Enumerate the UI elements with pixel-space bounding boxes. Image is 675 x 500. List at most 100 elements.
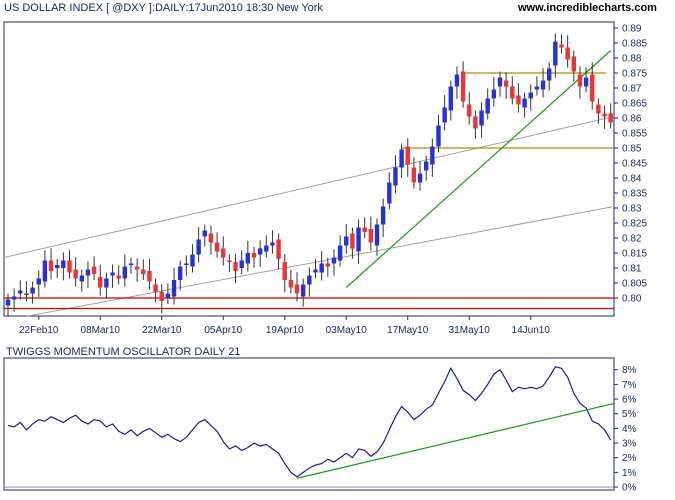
candle-down — [460, 71, 466, 102]
candle-down — [98, 277, 103, 288]
candle-down — [577, 74, 583, 87]
candle-up — [245, 253, 251, 264]
candle-up — [257, 248, 263, 255]
price-y-tick-label: 0.81 — [622, 264, 642, 275]
x-tick-label: 08Mar10 — [81, 325, 121, 336]
candle-down — [153, 284, 158, 292]
candle-down — [590, 74, 595, 102]
candle-up — [301, 284, 306, 297]
x-tick-label: 14Jun10 — [512, 325, 551, 336]
candle-down — [208, 233, 214, 243]
candle-down — [48, 260, 54, 271]
candle-down — [559, 44, 564, 48]
candle-down — [516, 95, 521, 105]
candle-up — [417, 173, 423, 183]
x-tick-label: 19Apr10 — [266, 325, 304, 336]
candle-up — [337, 245, 343, 261]
price-y-tick-label: 0.855 — [622, 129, 647, 140]
candle-up — [436, 125, 441, 147]
candle-down — [368, 229, 374, 243]
candle-up — [178, 266, 183, 280]
candle-down — [214, 242, 220, 252]
osc-y-tick-label: 8% — [622, 365, 637, 376]
candle-up — [540, 80, 546, 90]
osc-y-tick-label: 2% — [622, 453, 637, 464]
candle-up — [547, 68, 552, 81]
candle-down — [350, 233, 355, 249]
channel-lower-line — [25, 206, 614, 316]
candle-down — [362, 227, 367, 232]
oscillator-panel-frame — [3, 357, 615, 491]
price-y-tick-label: 0.885 — [622, 39, 647, 50]
price-y-tick-label: 0.87 — [622, 84, 642, 95]
candle-down — [325, 263, 330, 267]
candle-up — [534, 86, 540, 90]
price-y-tick-label: 0.825 — [622, 219, 647, 230]
candle-up — [356, 227, 361, 252]
candle-up — [331, 257, 337, 264]
candle-up — [374, 224, 380, 246]
candle-up — [42, 260, 48, 282]
candle-down — [411, 167, 417, 183]
candle-down — [596, 104, 601, 114]
price-y-tick-label: 0.815 — [622, 249, 647, 260]
x-tick-label: 22Mar10 — [142, 325, 182, 336]
candle-up — [479, 110, 484, 126]
candle-up — [387, 182, 392, 204]
price-y-tick-label: 0.85 — [622, 144, 642, 155]
price-y-tick-label: 0.82 — [622, 234, 642, 245]
price-y-tick-label: 0.865 — [622, 99, 647, 110]
candle-up — [110, 272, 115, 276]
candle-down — [571, 56, 576, 72]
price-y-tick-label: 0.86 — [622, 114, 642, 125]
osc-y-tick-label: 4% — [622, 424, 637, 435]
osc-y-tick-label: 1% — [622, 468, 637, 479]
candle-up — [5, 299, 11, 306]
candle-down — [608, 113, 613, 123]
price-y-tick-label: 0.875 — [622, 69, 647, 80]
candle-up — [270, 242, 275, 246]
candle-up — [184, 263, 189, 265]
oscillator-trendline — [296, 402, 615, 479]
price-plot-area — [4, 33, 614, 316]
candle-down — [116, 275, 121, 279]
price-y-tick-label: 0.845 — [622, 159, 647, 170]
price-y-tick-label: 0.835 — [622, 189, 647, 200]
candle-up — [430, 146, 435, 165]
x-tick-label: 03May10 — [326, 325, 368, 336]
candle-down — [565, 47, 570, 60]
candle-up — [344, 236, 349, 246]
candle-up — [319, 263, 324, 273]
price-y-tick-label: 0.89 — [622, 24, 642, 35]
candle-up — [583, 77, 589, 87]
x-tick-label: 22Feb10 — [19, 325, 59, 336]
candle-down — [227, 260, 232, 262]
candle-up — [122, 266, 128, 279]
candle-up — [79, 275, 84, 282]
price-y-tick-label: 0.805 — [622, 279, 647, 290]
price-y-tick-label: 0.88 — [622, 54, 642, 65]
candle-up — [264, 245, 269, 252]
candle-up — [55, 265, 60, 268]
candle-down — [67, 260, 72, 273]
candle-up — [239, 260, 244, 268]
candle-up — [30, 287, 35, 294]
candle-up — [485, 98, 490, 114]
candle-down — [134, 266, 140, 270]
x-tick-label: 31May10 — [449, 325, 491, 336]
candle-down — [288, 280, 294, 288]
candle-down — [73, 269, 78, 279]
candle-down — [159, 292, 164, 301]
candle-down — [91, 266, 97, 274]
candle-up — [165, 293, 171, 298]
candle-down — [282, 262, 287, 280]
candle-up — [522, 98, 527, 108]
candle-up — [24, 293, 29, 295]
candle-up — [61, 260, 66, 268]
candle-up — [497, 77, 503, 87]
osc-y-tick-label: 7% — [622, 380, 637, 391]
x-tick-label: 05Apr10 — [204, 325, 242, 336]
candle-down — [405, 146, 410, 165]
candle-up — [491, 89, 497, 99]
candle-up — [128, 263, 134, 265]
